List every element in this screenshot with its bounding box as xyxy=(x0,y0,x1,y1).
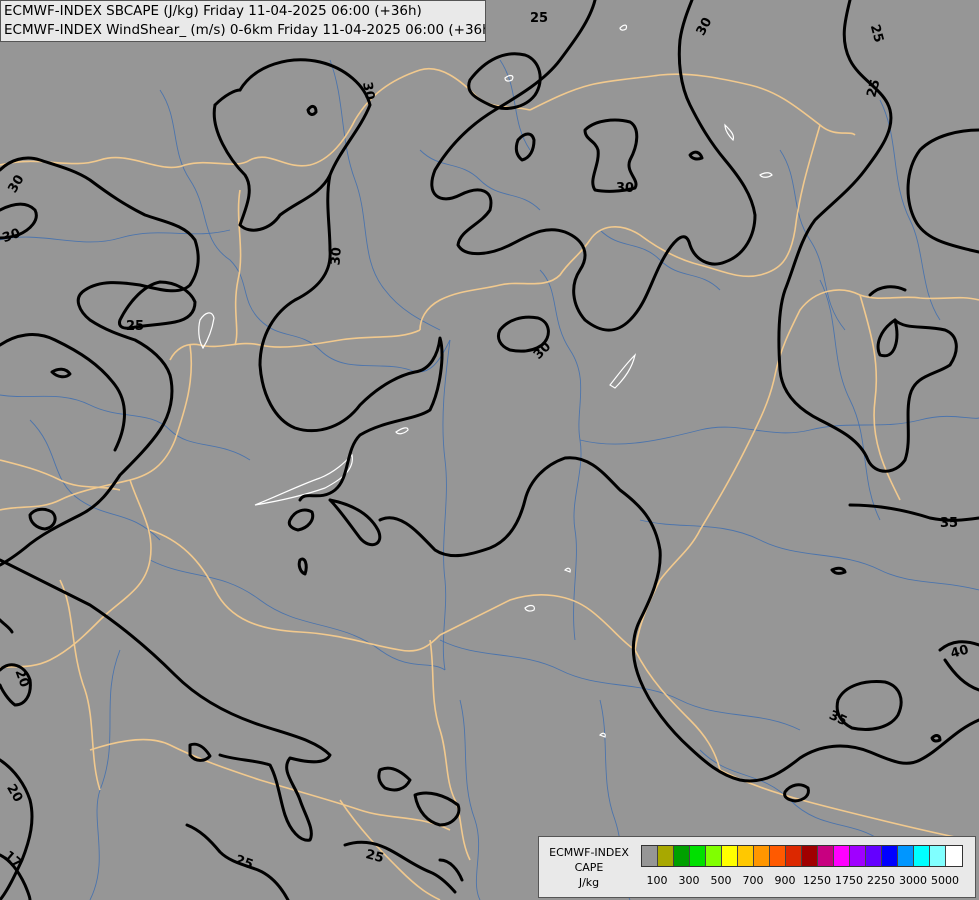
legend-tick: 300 xyxy=(678,874,700,887)
title-line-windshear: ECMWF-INDEX WindShear_ (m/s) 0-6km Frida… xyxy=(4,22,486,38)
legend-swatch xyxy=(930,846,946,866)
legend-unit: J/kg xyxy=(578,876,600,889)
legend-label: ECMWF-INDEX CAPE J/kg xyxy=(543,845,635,890)
legend-swatch xyxy=(738,846,754,866)
legend-tick: 500 xyxy=(710,874,732,887)
legend-color-scale xyxy=(641,845,963,867)
contour-label: 30 xyxy=(616,181,634,196)
legend-swatch xyxy=(914,846,930,866)
cape-legend: ECMWF-INDEX CAPE J/kg 100 300 500 700 900 125… xyxy=(538,836,976,898)
legend-swatch xyxy=(834,846,850,866)
legend-tick: 5000 xyxy=(931,874,959,887)
legend-swatch xyxy=(786,846,802,866)
map-canvas: 25 30 25 25 30 30 30 25 30 30 30 35 35 4… xyxy=(0,0,979,900)
legend-swatch xyxy=(658,846,674,866)
legend-swatch xyxy=(818,846,834,866)
legend-tick: 1250 xyxy=(803,874,831,887)
legend-swatch xyxy=(674,846,690,866)
contour-label: 30 xyxy=(328,247,345,266)
map-title-box: ECMWF-INDEX SBCAPE (J/kg) Friday 11-04-2… xyxy=(0,0,486,42)
legend-model: ECMWF-INDEX xyxy=(549,846,629,859)
contour-label: 30 xyxy=(359,81,377,101)
legend-tick-labels: 100 300 500 700 900 1250 1750 2250 3000 5000 xyxy=(641,874,971,890)
contour-label: 25 xyxy=(530,11,548,26)
legend-swatch xyxy=(866,846,882,866)
title-line-cape: ECMWF-INDEX SBCAPE (J/kg) Friday 11-04-2… xyxy=(4,3,422,19)
legend-swatch xyxy=(754,846,770,866)
legend-tick: 1750 xyxy=(835,874,863,887)
legend-swatch xyxy=(850,846,866,866)
legend-swatch xyxy=(722,846,738,866)
legend-tick: 100 xyxy=(646,874,668,887)
legend-swatch xyxy=(770,846,786,866)
legend-tick: 2250 xyxy=(867,874,895,887)
legend-swatch xyxy=(898,846,914,866)
legend-swatch xyxy=(642,846,658,866)
legend-tick: 700 xyxy=(742,874,764,887)
contour-label: 25 xyxy=(126,319,144,334)
legend-tick: 3000 xyxy=(899,874,927,887)
contour-label: 35 xyxy=(940,516,958,531)
legend-swatch xyxy=(802,846,818,866)
legend-swatch xyxy=(690,846,706,866)
legend-tick: 900 xyxy=(774,874,796,887)
legend-swatch xyxy=(882,846,898,866)
legend-swatch xyxy=(946,846,962,866)
legend-variable: CAPE xyxy=(574,861,604,874)
legend-swatch xyxy=(706,846,722,866)
